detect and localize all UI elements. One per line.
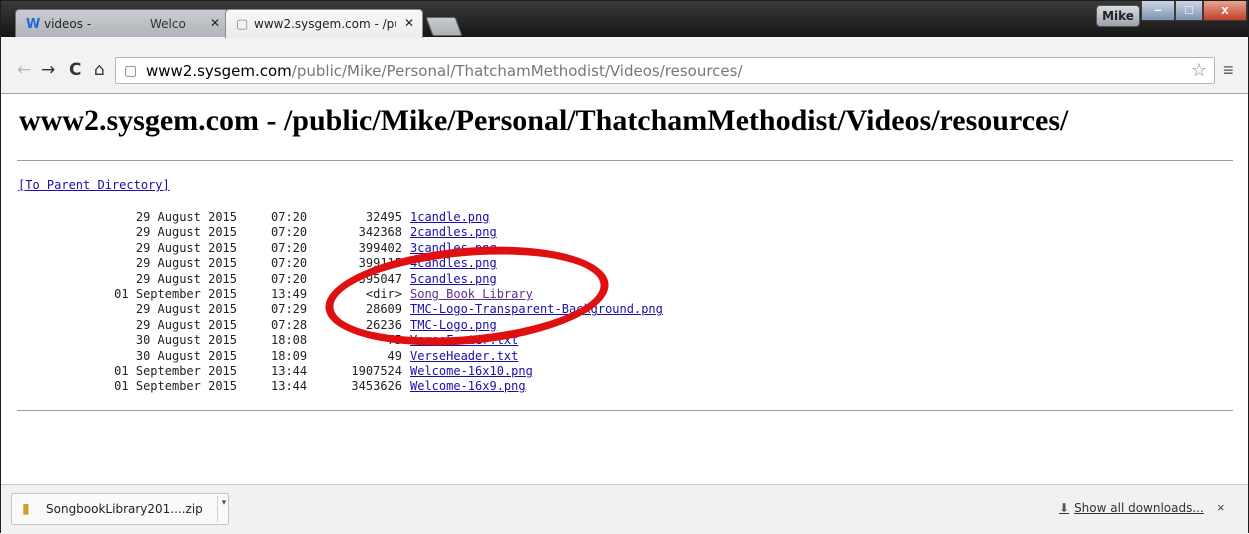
entry-size: 399402 [358,240,402,255]
entry-time: 07:20 [271,240,308,255]
url-text[interactable]: www2.sysgem.com/public/Mike/Personal/Tha… [146,62,743,80]
download-file-name: SongbookLibrary201....zip [46,502,203,516]
entry-time: 07:20 [271,256,308,271]
entry-time: 13:44 [271,364,308,378]
entry-time: 07:28 [271,317,308,332]
page-content: www2.sysgem.com - /public/Mike/Personal/… [1,94,1248,484]
downloads-shelf: ▮ SongbookLibrary201....zip ▾ ⬇ Show all … [1,484,1248,534]
entry-date: 30 August 2015 [135,333,237,348]
divider [17,410,1233,411]
entry-size: 75 [387,333,402,348]
directory-link[interactable]: Song Book Library [410,287,533,301]
page-icon: ▢ [236,17,249,32]
entry-size: 49 [387,348,402,363]
address-bar[interactable]: ▢ www2.sysgem.com/public/Mike/Personal/T… [115,57,1215,84]
entry-size: 395047 [358,271,402,286]
browser-window: W videos - Welco ✕ ▢ www2.sysgem.com - /… [0,0,1249,534]
home-icon[interactable]: ⌂ [94,60,105,80]
tab-title: www2.sysgem.com - /pub [254,17,396,31]
entry-date: 29 August 2015 [135,256,237,271]
chevron-down-icon[interactable]: ▾ [217,496,230,522]
entry-size: <dir> [365,287,402,301]
toolbar: ← → C ⌂ ▢ www2.sysgem.com/public/Mike/Pe… [1,37,1248,94]
close-tab-icon[interactable]: ✕ [404,16,414,30]
file-link[interactable]: 3candles.png [410,241,497,255]
divider [17,160,1233,161]
zip-file-icon: ▮ [22,501,30,517]
profile-button[interactable]: Mike [1096,5,1140,27]
entry-time: 18:09 [271,348,308,363]
entry-size: 342368 [358,225,402,240]
entry-size: 399115 [358,256,402,271]
entry-date: 29 August 2015 [135,210,237,224]
file-link[interactable]: VerseFooter.txt [410,333,518,347]
reload-icon[interactable]: C [69,60,81,80]
entry-size: 3453626 [351,379,402,394]
entry-size: 32495 [365,210,402,224]
entry-size: 1907524 [351,364,402,378]
forward-arrow-icon[interactable]: → [41,60,55,80]
page-title: www2.sysgem.com - /public/Mike/Personal/… [19,104,1069,137]
tab-sysgem[interactable]: ▢ www2.sysgem.com - /pub ✕ [225,9,423,38]
back-arrow-icon[interactable]: ← [17,60,31,80]
tab-strip: W videos - Welco ✕ ▢ www2.sysgem.com - /… [1,1,1248,38]
file-link[interactable]: 5candles.png [410,272,497,286]
page-icon: ▢ [124,62,138,78]
entry-time: 07:20 [271,271,308,286]
entry-date: 29 August 2015 [135,302,237,317]
url-path: /public/Mike/Personal/ThatchamMethodist/… [291,62,743,80]
tab-title: videos - [44,17,92,31]
show-all-label: Show all downloads... [1074,501,1204,515]
weebly-w-icon: W [26,17,41,32]
tab-title-suffix: Welco [150,17,186,31]
parent-directory-link[interactable]: [To Parent Directory] [18,178,170,192]
bookmark-star-icon[interactable]: ☆ [1191,60,1207,81]
entry-date: 01 September 2015 [114,287,237,301]
entry-time: 07:29 [271,302,308,317]
entry-time: 07:20 [271,210,308,224]
download-item[interactable]: ▮ SongbookLibrary201....zip ▾ [11,493,229,525]
file-link[interactable]: 4candles.png [410,256,497,270]
entry-date: 29 August 2015 [135,317,237,332]
close-window-button[interactable]: x [1203,1,1247,21]
url-host: www2.sysgem.com [146,62,292,80]
file-link[interactable]: Welcome-16x10.png [410,364,533,378]
new-tab-button[interactable] [425,17,463,36]
file-link[interactable]: VerseHeader.txt [410,349,518,363]
entry-date: 29 August 2015 [135,240,237,255]
close-shelf-icon[interactable]: × [1217,500,1225,515]
tab-videos[interactable]: W videos - Welco ✕ [15,9,229,38]
entry-date: 01 September 2015 [114,379,237,394]
entry-date: 29 August 2015 [135,271,237,286]
file-link[interactable]: Welcome-16x9.png [410,379,526,393]
entry-date: 30 August 2015 [135,348,237,363]
show-all-downloads-link[interactable]: ⬇ Show all downloads... [1059,501,1204,515]
entry-time: 13:44 [271,379,308,394]
file-link[interactable]: 2candles.png [410,225,497,239]
entry-time: 13:49 [271,287,308,301]
entry-time: 18:08 [271,333,308,348]
entry-time: 07:20 [271,225,308,240]
minimize-button[interactable]: – [1141,1,1175,21]
entry-size: 28609 [365,302,402,317]
entry-size: 26236 [365,317,402,332]
file-link[interactable]: TMC-Logo-Transparent-Background.png [410,302,663,316]
entry-date: 01 September 2015 [114,364,237,378]
maximize-button[interactable]: □ [1175,1,1203,21]
entry-date: 29 August 2015 [135,225,237,240]
file-link[interactable]: TMC-Logo.png [410,318,497,332]
close-tab-icon[interactable]: ✕ [210,16,220,30]
file-link[interactable]: 1candle.png [410,210,489,224]
menu-icon[interactable]: ≡ [1223,60,1234,81]
download-arrow-icon: ⬇ [1059,501,1070,515]
